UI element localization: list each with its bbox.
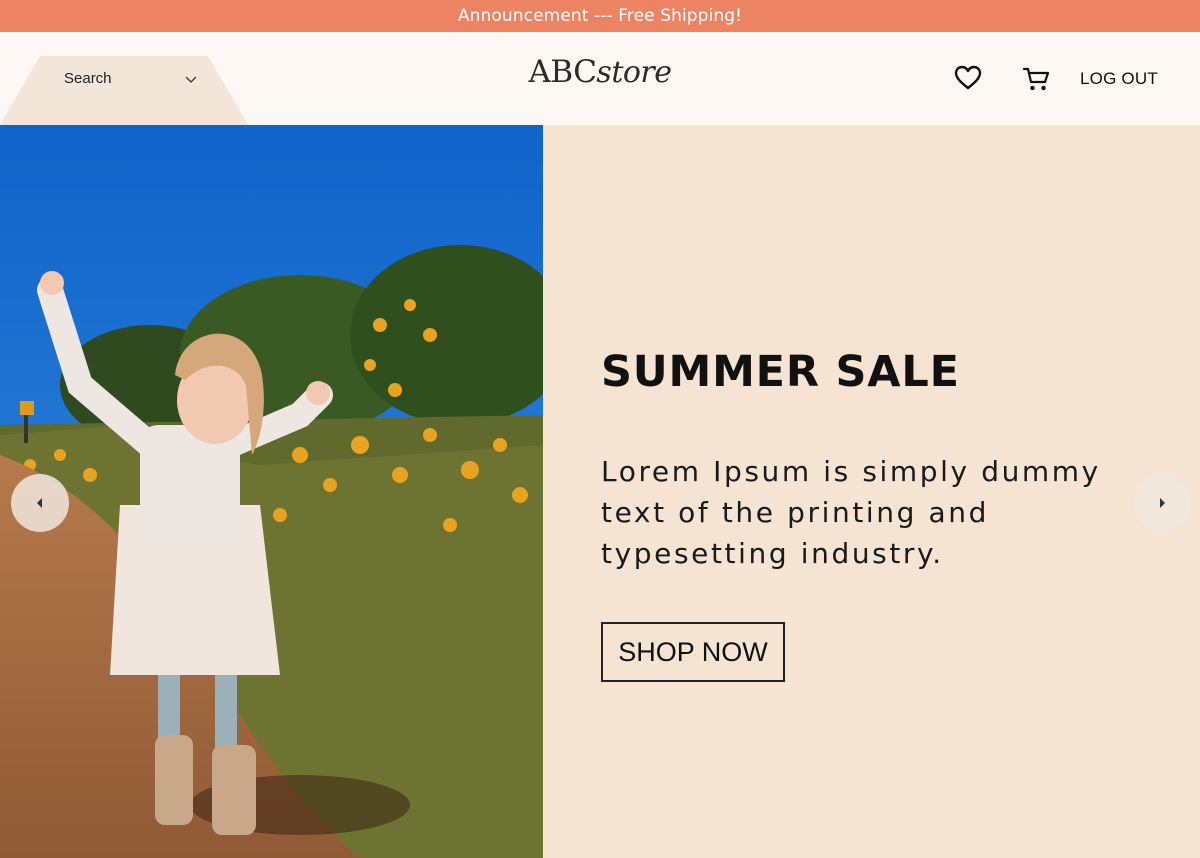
announcement-text: Announcement --- Free Shipping! [457,6,743,26]
logo-abc: ABC [528,54,597,90]
shop-now-button[interactable]: SHOP NOW [601,622,785,682]
hero-image-girl-in-field [0,125,543,858]
logout-link[interactable]: LOG OUT [1080,69,1158,89]
hero-text-panel: SUMMER SALE Lorem Ipsum is simply dummy … [543,125,1200,858]
arrow-right-icon [1160,498,1165,508]
heart-icon[interactable] [954,65,982,91]
site-header: Search ABCstore LOG OUT [0,32,1200,125]
carousel-prev-button[interactable] [11,474,69,532]
store-logo[interactable]: ABCstore [0,54,1200,90]
announcement-bar: Announcement --- Free Shipping! [0,0,1200,32]
cart-icon[interactable] [1022,65,1050,93]
hero-body-text: Lorem Ipsum is simply dummy text of the … [601,455,1101,570]
hero-carousel: SUMMER SALE Lorem Ipsum is simply dummy … [0,125,1200,858]
hero-headline: SUMMER SALE [601,347,960,397]
logo-store: store [596,55,672,90]
arrow-left-icon [37,498,42,508]
carousel-next-button[interactable] [1133,474,1191,532]
hero-photo [0,125,543,858]
